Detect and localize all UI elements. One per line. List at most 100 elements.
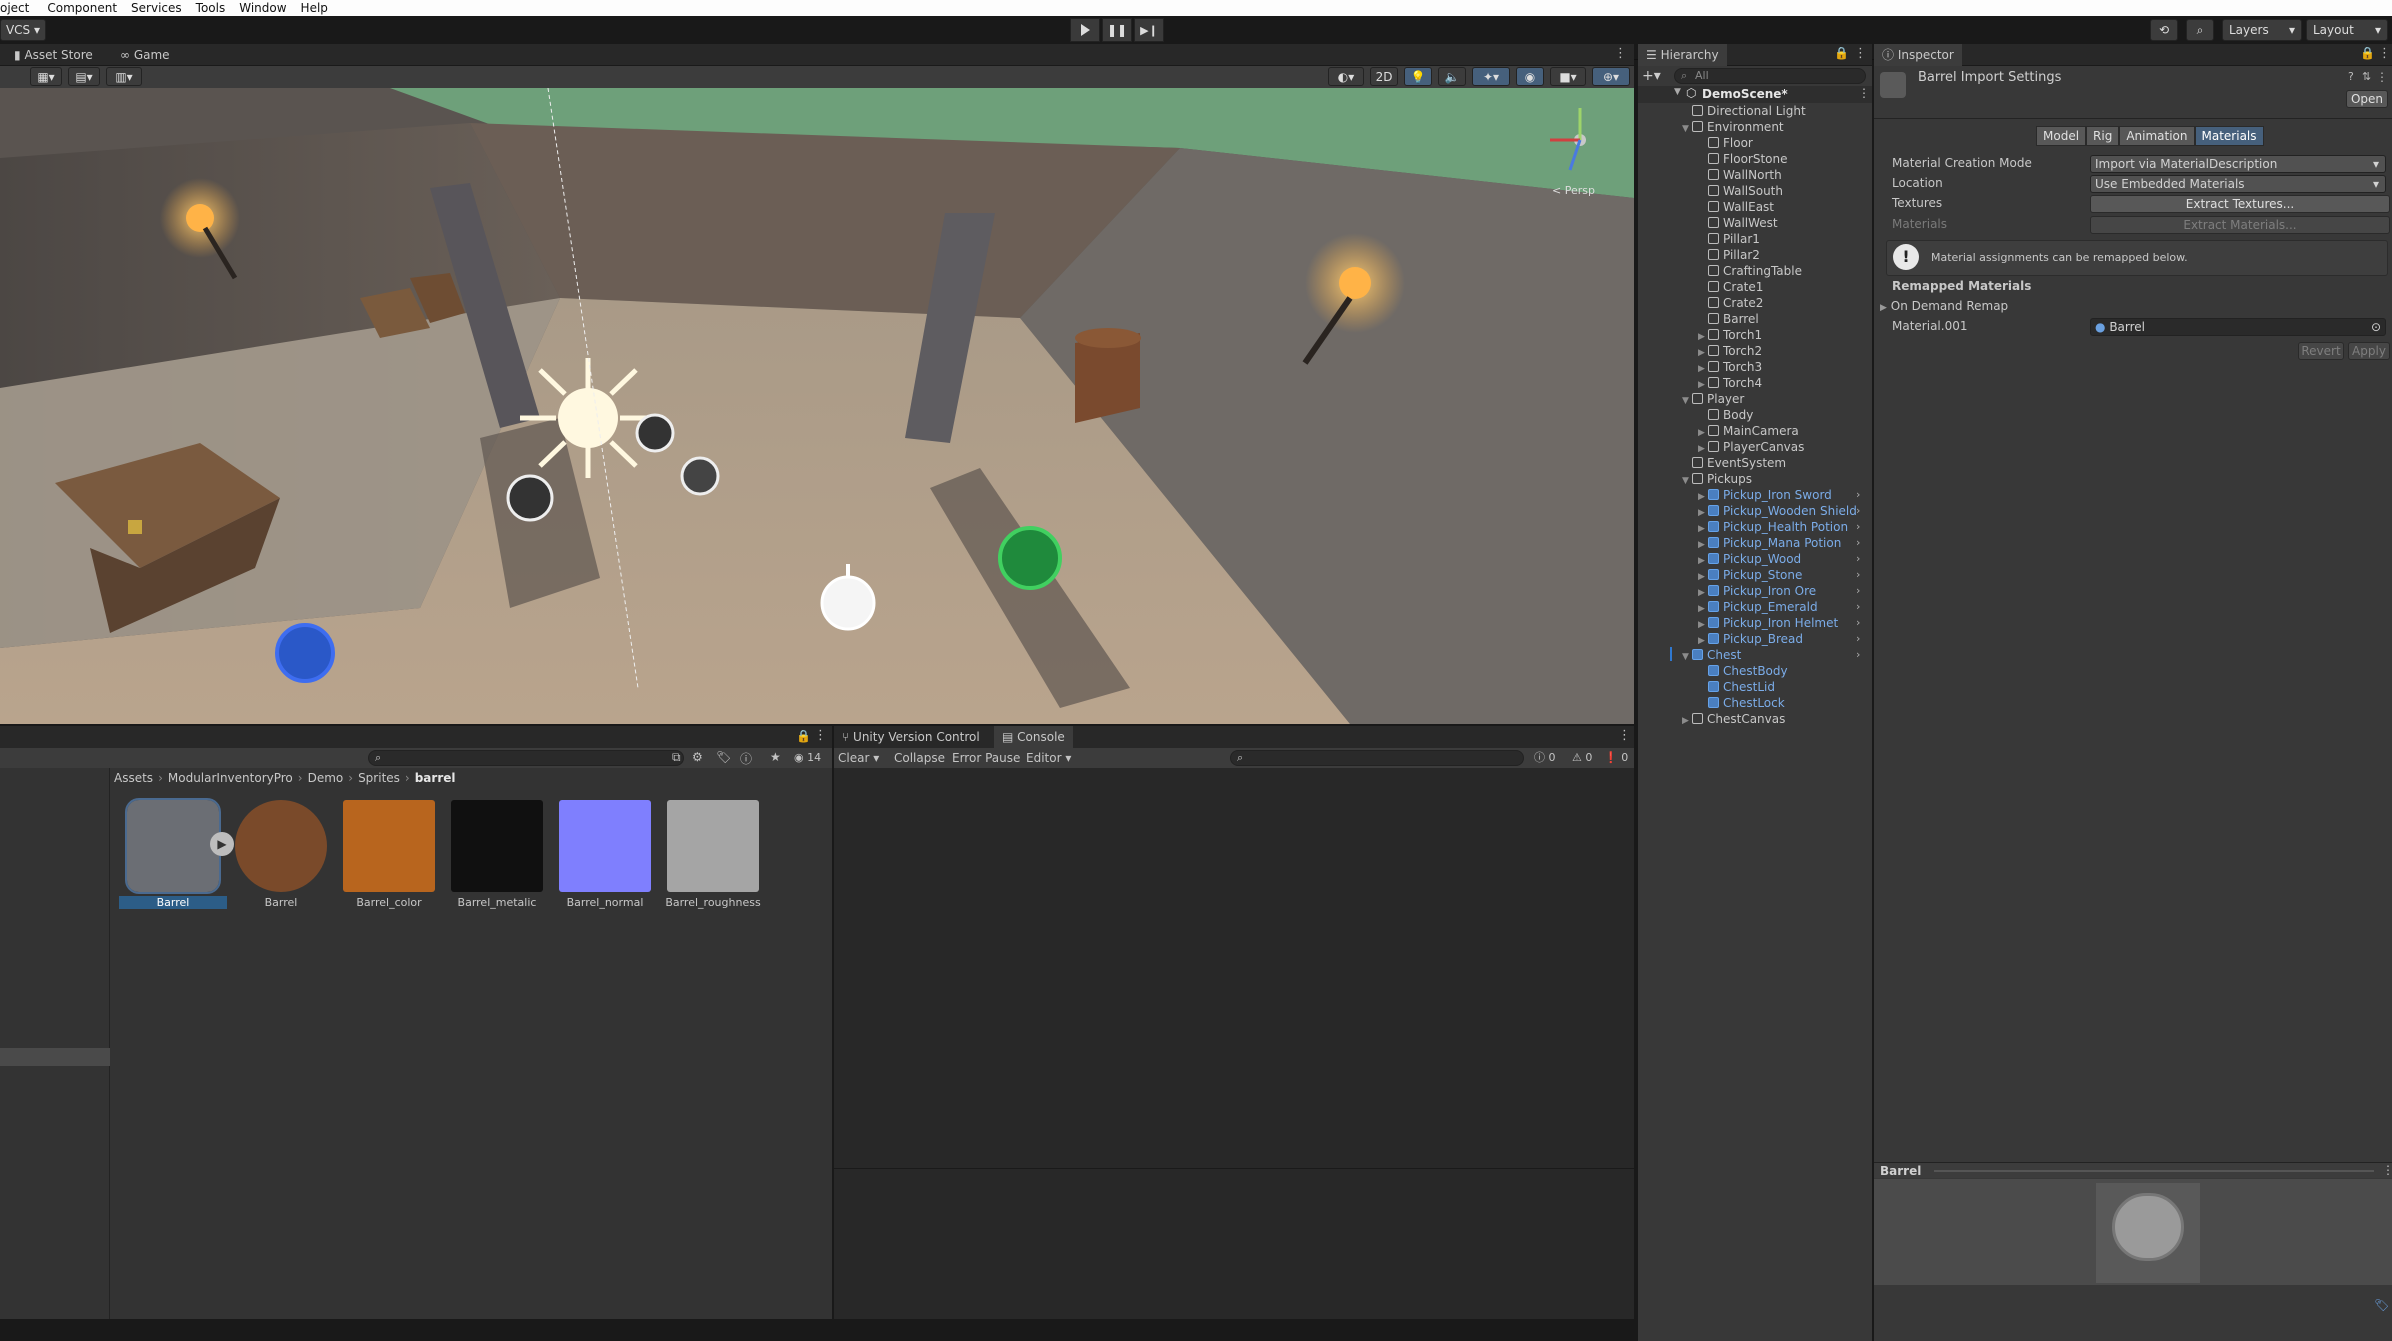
hierarchy-item[interactable]: ▶ Pickup_Wooden Shield ›: [1698, 503, 1860, 519]
project-search-input[interactable]: ⌕: [368, 750, 684, 766]
hierarchy-item[interactable]: WallWest: [1698, 215, 1778, 231]
hierarchy-item[interactable]: ▶ Torch1: [1698, 327, 1762, 343]
location-dropdown[interactable]: Use Embedded Materials ▾: [2090, 175, 2386, 193]
asset-thumbnail[interactable]: [343, 800, 435, 892]
tab-rig[interactable]: Rig: [2086, 126, 2120, 146]
kebab-menu-icon[interactable]: ⋮: [1854, 46, 1867, 61]
console-detail-area[interactable]: [834, 1169, 1634, 1319]
hierarchy-item[interactable]: ▼ Environment: [1682, 119, 1784, 135]
open-prefab-icon[interactable]: ›: [1856, 615, 1860, 631]
hierarchy-item[interactable]: Directional Light: [1682, 103, 1806, 119]
hierarchy-item[interactable]: Pillar1: [1698, 231, 1760, 247]
breadcrumb-barrel[interactable]: barrel: [415, 769, 456, 787]
hierarchy-item[interactable]: Floor: [1698, 135, 1753, 151]
hierarchy-item[interactable]: ▶ Pickup_Health Potion ›: [1698, 519, 1860, 535]
hidden-objects-toggle[interactable]: ◉: [1516, 67, 1544, 86]
lock-icon[interactable]: 🔒: [2360, 46, 2375, 60]
hierarchy-item[interactable]: ▶ Pickup_Wood ›: [1698, 551, 1860, 567]
hierarchy-item[interactable]: ▶ Torch4: [1698, 375, 1762, 391]
tab-inspector[interactable]: ⓘ Inspector: [1874, 44, 1962, 66]
chevron-down-icon[interactable]: ▼: [1682, 649, 1692, 665]
effects-toggle[interactable]: ✦▾: [1472, 67, 1510, 86]
scene-view[interactable]: < Persp: [0, 88, 1634, 724]
menu-services[interactable]: Services: [131, 0, 182, 16]
hierarchy-item[interactable]: CraftingTable: [1698, 263, 1802, 279]
tab-console[interactable]: ▤ Console: [994, 726, 1073, 748]
hierarchy-item[interactable]: Crate2: [1698, 295, 1763, 311]
hierarchy-item[interactable]: EventSystem: [1682, 455, 1786, 471]
hierarchy-item[interactable]: Crate1: [1698, 279, 1763, 295]
kebab-menu-icon[interactable]: ⋮: [2382, 1163, 2392, 1177]
asset-thumbnail[interactable]: [667, 800, 759, 892]
star-icon[interactable]: ★: [770, 750, 781, 764]
open-prefab-icon[interactable]: ›: [1856, 647, 1860, 663]
tab-animation[interactable]: Animation: [2119, 126, 2195, 146]
help-icon[interactable]: ?: [2348, 70, 2354, 83]
hierarchy-item[interactable]: ▶ PlayerCanvas: [1698, 439, 1804, 455]
menu-window[interactable]: Window: [239, 0, 286, 16]
filter-icon[interactable]: ⚙: [692, 750, 703, 764]
open-button[interactable]: Open: [2346, 90, 2388, 108]
material-creation-mode-dropdown[interactable]: Import via MaterialDescription ▾: [2090, 155, 2386, 173]
pause-button[interactable]: ❚❚: [1102, 18, 1132, 42]
open-prefab-icon[interactable]: ›: [1856, 599, 1860, 615]
hierarchy-item[interactable]: ▶ MainCamera: [1698, 423, 1799, 439]
layout-dropdown[interactable]: Layout ▾: [2306, 19, 2388, 41]
asset-thumbnail[interactable]: [125, 798, 221, 894]
hierarchy-item[interactable]: Pillar2: [1698, 247, 1760, 263]
hierarchy-item[interactable]: ▶ Pickup_Stone ›: [1698, 567, 1860, 583]
hierarchy-item[interactable]: ChestBody: [1698, 663, 1788, 679]
hierarchy-item[interactable]: ▶ Pickup_Mana Potion ›: [1698, 535, 1860, 551]
preview-area[interactable]: [1874, 1179, 2392, 1285]
preview-header[interactable]: Barrel ⋮: [1874, 1162, 2392, 1178]
editor-dropdown[interactable]: Editor ▾: [1026, 748, 1071, 768]
tag-icon[interactable]: 🏷: [2374, 1298, 2389, 1312]
shading-mode-button[interactable]: ◐▾: [1328, 67, 1364, 86]
tab-hierarchy[interactable]: ☰ Hierarchy: [1638, 44, 1727, 66]
asset-thumbnail[interactable]: [235, 800, 327, 892]
menu-project[interactable]: oject: [0, 0, 29, 16]
on-demand-remap-foldout[interactable]: ▶ On Demand Remap: [1880, 299, 2008, 313]
object-picker-icon[interactable]: ⊙: [2371, 319, 2381, 335]
hierarchy-item[interactable]: ▶ Pickup_Bread ›: [1698, 631, 1860, 647]
lighting-toggle[interactable]: 💡: [1404, 67, 1432, 86]
clear-button[interactable]: Clear ▾: [838, 748, 879, 768]
drag-handle[interactable]: [1934, 1170, 2374, 1172]
tab-asset-store[interactable]: ▮ Asset Store: [6, 44, 101, 66]
open-prefab-icon[interactable]: ›: [1856, 503, 1860, 519]
menu-component[interactable]: Component: [47, 0, 117, 16]
hierarchy-item[interactable]: ▶ Pickup_Iron Helmet ›: [1698, 615, 1860, 631]
kebab-menu-icon[interactable]: ⋮: [1614, 46, 1627, 61]
console-search-input[interactable]: ⌕: [1230, 750, 1524, 766]
menu-help[interactable]: Help: [301, 0, 328, 16]
vcs-dropdown[interactable]: VCS ▾: [0, 19, 46, 41]
hierarchy-item[interactable]: Barrel: [1698, 311, 1759, 327]
hierarchy-item[interactable]: FloorStone: [1698, 151, 1788, 167]
settings-icon[interactable]: ⇅: [2362, 70, 2371, 83]
tab-game[interactable]: ∞ Game: [112, 44, 178, 66]
hierarchy-search-input[interactable]: ⌕ All: [1674, 68, 1866, 84]
kebab-menu-icon[interactable]: ⋮: [2378, 46, 2391, 61]
hierarchy-item[interactable]: WallSouth: [1698, 183, 1783, 199]
folder-tree[interactable]: [0, 768, 110, 1319]
folder-tree-selected[interactable]: [0, 1048, 110, 1066]
kebab-menu-icon[interactable]: ⋮: [1618, 728, 1631, 743]
kebab-menu-icon[interactable]: ⋮: [814, 728, 827, 743]
chevron-down-icon[interactable]: ▼: [1682, 473, 1692, 489]
extract-textures-button[interactable]: Extract Textures...: [2090, 195, 2390, 213]
hierarchy-item[interactable]: ▼ Pickups: [1682, 471, 1752, 487]
hierarchy-item[interactable]: ChestLock: [1698, 695, 1785, 711]
hierarchy-item[interactable]: ▶ Torch2: [1698, 343, 1762, 359]
step-button[interactable]: ▶❙: [1134, 18, 1164, 42]
2d-toggle[interactable]: 2D: [1370, 67, 1398, 86]
hierarchy-item[interactable]: ▶ Torch3: [1698, 359, 1762, 375]
hierarchy-item[interactable]: ▶ Pickup_Iron Sword ›: [1698, 487, 1860, 503]
asset-label[interactable]: Barrel_normal: [551, 896, 659, 909]
lock-icon[interactable]: 🔒: [1834, 46, 1849, 60]
hierarchy-item[interactable]: WallNorth: [1698, 167, 1782, 183]
asset-thumbnail[interactable]: [559, 800, 651, 892]
camera-settings-button[interactable]: ■▾: [1550, 67, 1586, 86]
perspective-label[interactable]: < Persp: [1552, 184, 1595, 197]
asset-label[interactable]: Barrel: [119, 896, 227, 909]
chevron-down-icon[interactable]: ▼: [1682, 393, 1692, 409]
